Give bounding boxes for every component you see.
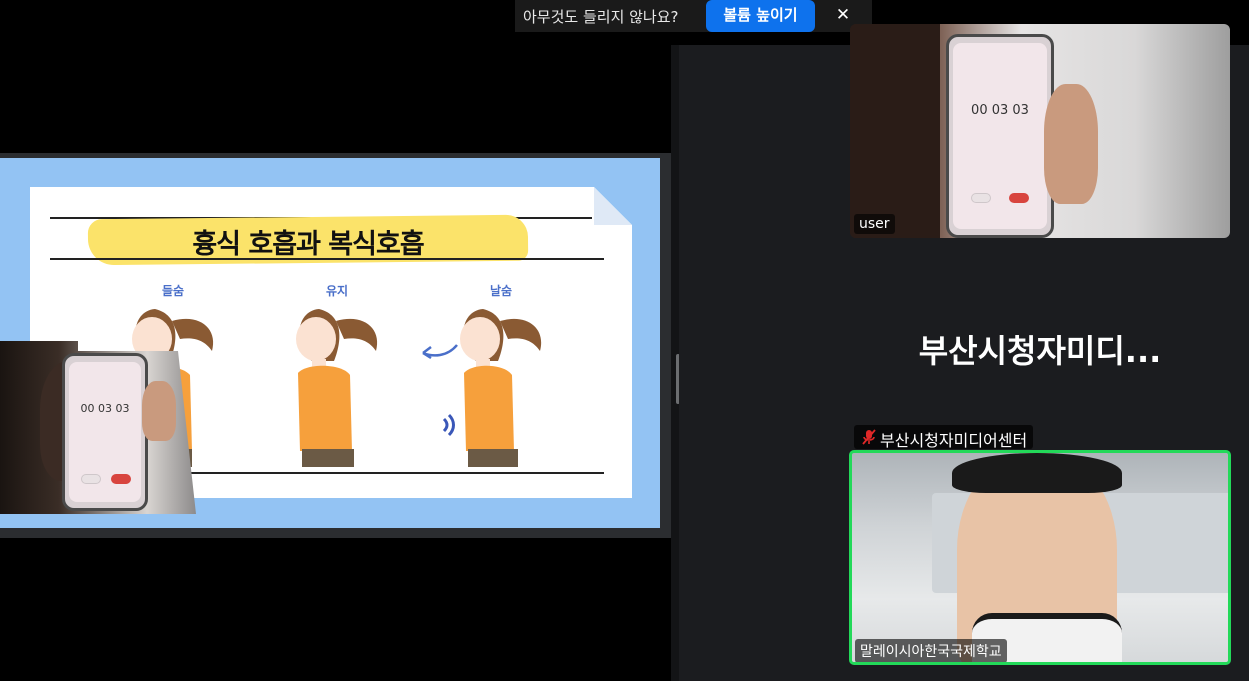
video-tile-active-speaker[interactable]: 말레이시아한국국제학교 [849, 450, 1231, 665]
pip-hand [142, 381, 176, 441]
phase-label-exhale: 날숨 [489, 284, 513, 298]
speaker-child-hair [952, 453, 1122, 493]
participant-name-center: 부산시청자미디어센터 [854, 425, 1034, 450]
participant-name-user: user [854, 214, 895, 234]
mic-muted-icon [862, 429, 876, 445]
video-tile-user[interactable]: 00 03 03 user [850, 24, 1230, 238]
pip-phone: 00 03 03 [62, 353, 148, 511]
share-frame: 흉식 호흡과 복식호흡 들숨 유지 날숨 00 03 03 [0, 153, 671, 538]
illustration-exhale [460, 309, 542, 467]
exhale-arrow-icon [422, 344, 458, 360]
sound-waves-icon [442, 413, 455, 437]
slide-page-fold [594, 187, 632, 225]
pip-phone-button-lap [81, 474, 101, 484]
audio-notice-text: 아무것도 들리지 않나요? [523, 8, 679, 26]
slide-title-rule-bottom [50, 258, 604, 260]
phase-label-hold: 유지 [325, 284, 349, 298]
illustration-hold [296, 309, 378, 467]
pip-phone-screen: 00 03 03 [69, 362, 141, 502]
pip-phone-timer: 00 03 03 [80, 402, 130, 415]
user-phone-timer: 00 03 03 [971, 103, 1029, 118]
video-tile-camera-off[interactable]: 부산시청자미디... [850, 286, 1230, 406]
participant-display-name: 부산시청자미디... [918, 332, 1162, 370]
user-hand [1044, 84, 1098, 204]
user-person-shadow [850, 24, 940, 238]
slide-title: 흉식 호흡과 복식호흡 [192, 229, 424, 260]
audio-notice-bar: 아무것도 들리지 않나요? 볼륨 높이기 ✕ [515, 0, 872, 32]
user-phone-button-stop [1009, 193, 1029, 203]
user-phone-screen: 00 03 03 [953, 43, 1047, 229]
user-phone-button-lap [971, 193, 991, 203]
pip-phone-button-stop [111, 474, 131, 484]
participant-name-active: 말레이시아한국국제학교 [855, 639, 1007, 662]
increase-volume-button[interactable]: 볼륨 높이기 [706, 0, 815, 32]
shared-screen: 흉식 호흡과 복식호흡 들숨 유지 날숨 00 03 03 [0, 0, 671, 681]
slide: 흉식 호흡과 복식호흡 들숨 유지 날숨 00 03 03 [0, 158, 660, 528]
phase-label-inhale: 들숨 [161, 284, 185, 298]
user-phone: 00 03 03 [946, 34, 1054, 238]
pip-webcam-video: 00 03 03 [0, 341, 196, 514]
